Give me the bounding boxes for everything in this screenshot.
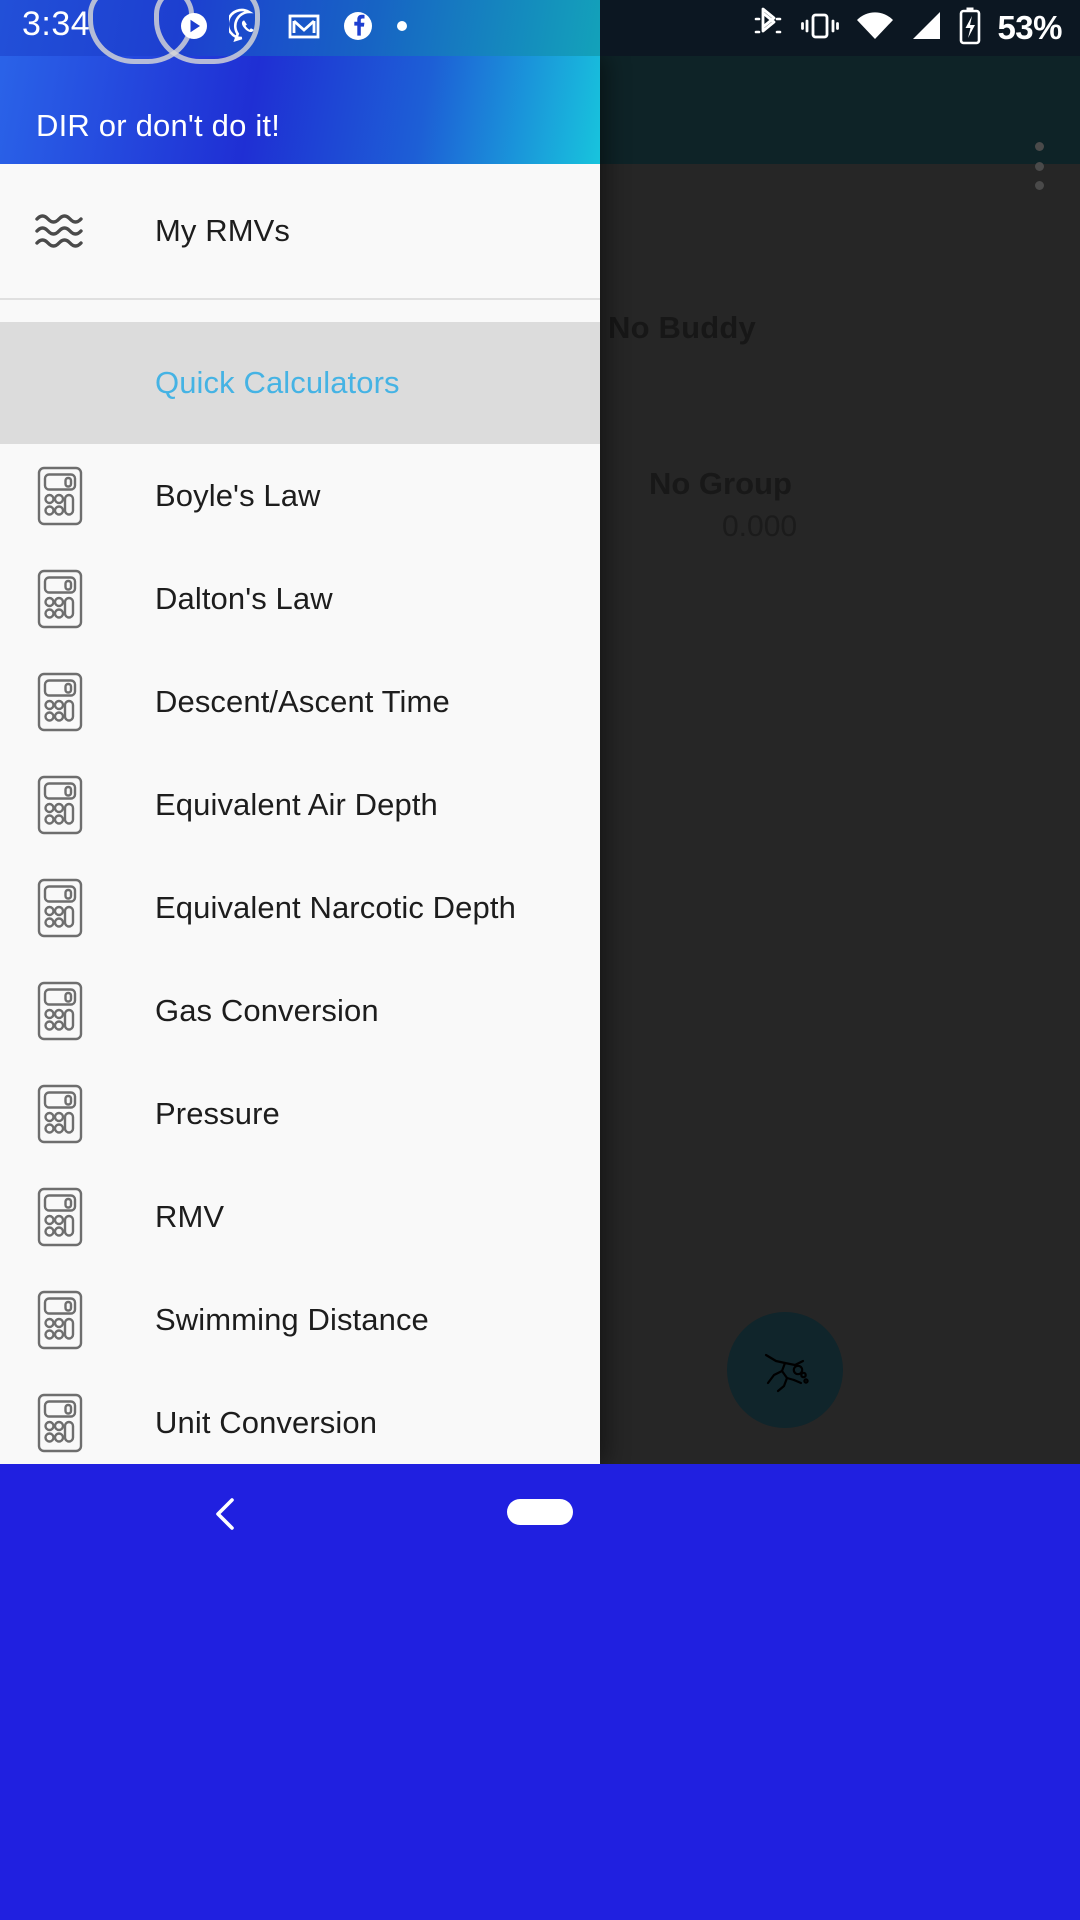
calculator-icon — [30, 1083, 90, 1145]
drawer-item-label: Equivalent Air Depth — [155, 786, 438, 822]
calculator-icon — [30, 774, 90, 836]
facebook-icon — [339, 7, 377, 50]
drawer-section-quick-calculators[interactable]: Quick Calculators — [0, 322, 600, 444]
cellular-signal-icon — [909, 10, 943, 47]
value-readout: 0.000 — [722, 510, 798, 543]
drawer-item-label: Unit Conversion — [155, 1404, 378, 1440]
drawer-item-label: Boyle's Law — [155, 477, 321, 513]
calculator-items-container: Boyle's Law Dalton's Law Descent/Ascent Ti… — [0, 444, 600, 1464]
drawer-item-label: My RMVs — [155, 213, 291, 248]
status-bar-system-icons: 53% — [751, 4, 1062, 52]
group-label: No Group — [649, 466, 792, 501]
waves-icon — [30, 210, 90, 252]
calculator-icon — [30, 671, 90, 733]
drawer-item-label: Swimming Distance — [155, 1301, 429, 1337]
back-chevron-icon[interactable] — [205, 1492, 249, 1536]
drawer-item-label: Equivalent Narcotic Depth — [155, 889, 516, 925]
status-bar: 3:34 53% — [0, 0, 1080, 64]
drawer-section-label: Quick Calculators — [155, 365, 400, 400]
drawer-item-calculator[interactable]: Dalton's Law — [0, 547, 600, 650]
calculator-icon — [30, 465, 90, 527]
calculator-icon — [30, 1392, 90, 1454]
drawer-item-calculator[interactable]: Boyle's Law — [0, 444, 600, 547]
navigation-drawer: DIR or don't do it! My RMVs Quick Calcul… — [0, 56, 600, 1464]
play-store-icon — [175, 7, 213, 50]
vibrate-icon — [799, 8, 841, 49]
drawer-item-label: Gas Conversion — [155, 992, 379, 1028]
battery-charging-icon — [957, 6, 983, 51]
wifi-icon — [855, 10, 895, 47]
calculator-icon — [30, 568, 90, 630]
drawer-item-label: Dalton's Law — [155, 580, 333, 616]
whatsapp-icon — [226, 6, 269, 51]
buddy-label: No Buddy — [608, 310, 756, 345]
battery-percentage: 53% — [997, 9, 1062, 46]
drawer-item-calculator[interactable]: Equivalent Air Depth — [0, 753, 600, 856]
drawer-item-my-rmvs[interactable]: My RMVs — [0, 164, 600, 298]
calculator-icon — [30, 1186, 90, 1248]
calculator-icon — [30, 1289, 90, 1351]
drawer-item-label: Pressure — [155, 1095, 280, 1131]
home-pill-icon[interactable] — [507, 1499, 573, 1525]
phone-screen: No Buddy No Group 0.000 DIR or don't do … — [0, 0, 1080, 1920]
drawer-item-calculator[interactable]: Equivalent Narcotic Depth — [0, 856, 600, 959]
status-bar-clock: 3:34 — [22, 5, 91, 43]
drawer-item-calculator[interactable]: Descent/Ascent Time — [0, 650, 600, 753]
drawer-item-calculator[interactable]: Swimming Distance — [0, 1268, 600, 1371]
drawer-item-calculator[interactable]: Gas Conversion — [0, 959, 600, 1062]
overflow-menu-icon[interactable] — [1034, 142, 1044, 190]
drawer-header-title: DIR or don't do it! — [36, 108, 281, 143]
scuba-diver-icon — [754, 1339, 816, 1401]
calculator-icon — [30, 980, 90, 1042]
drawer-item-label: RMV — [155, 1198, 225, 1234]
drawer-item-calculator[interactable]: Pressure — [0, 1062, 600, 1165]
drawer-item-calculator[interactable]: Unit Conversion — [0, 1371, 600, 1464]
drawer-header: DIR or don't do it! — [0, 56, 600, 164]
bluetooth-icon — [751, 5, 785, 52]
system-navigation-bar — [0, 1464, 1080, 1920]
drawer-item-calculator[interactable]: RMV — [0, 1165, 600, 1268]
add-dive-fab[interactable] — [727, 1312, 843, 1428]
gmail-icon — [285, 7, 323, 50]
calculator-icon — [30, 877, 90, 939]
status-bar-notification-icons — [175, 6, 411, 50]
more-notifications-dot-icon — [393, 17, 411, 40]
drawer-item-label: Descent/Ascent Time — [155, 683, 450, 719]
drawer-menu-list: My RMVs Quick Calculators Boyle's Law Dal… — [0, 164, 600, 1464]
drawer-spacer — [0, 300, 600, 322]
